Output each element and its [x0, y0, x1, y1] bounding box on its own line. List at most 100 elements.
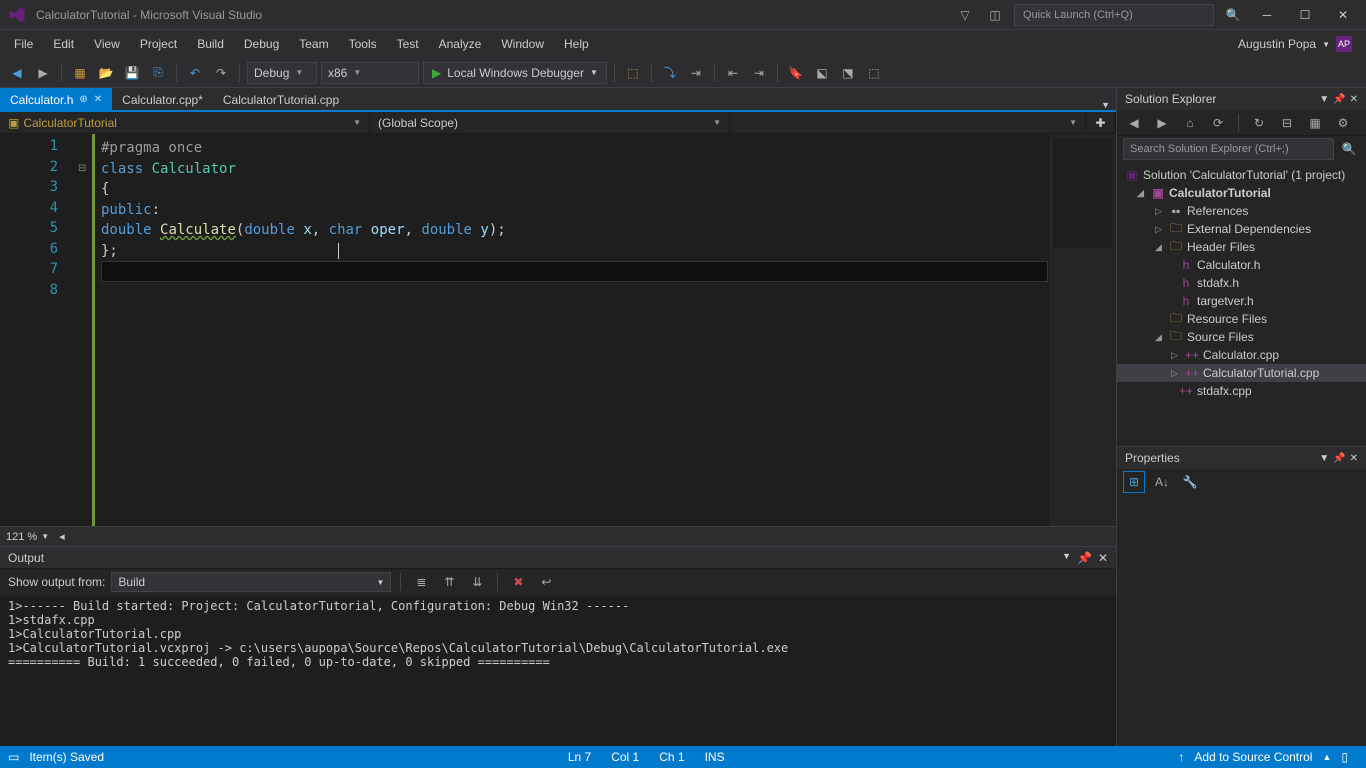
tree-file[interactable]: h stdafx.h	[1117, 274, 1366, 292]
alphabetical-view-button[interactable]: A↓	[1151, 471, 1173, 493]
next-bookmark-button[interactable]: ⬔	[837, 62, 859, 84]
tree-file[interactable]: ▷ ++ Calculator.cpp	[1117, 346, 1366, 364]
output-icon[interactable]: ≣	[410, 571, 432, 593]
tab-calculator-cpp[interactable]: Calculator.cpp*	[112, 88, 213, 110]
quick-launch-input[interactable]: Quick Launch (Ctrl+Q)	[1014, 4, 1214, 26]
se-show-all-icon[interactable]: ▦	[1304, 112, 1326, 134]
prev-bookmark-button[interactable]: ⬕	[811, 62, 833, 84]
member-scope-select[interactable]: ▼	[730, 112, 1086, 133]
source-control-caret-icon[interactable]: ▲	[1322, 752, 1331, 762]
zoom-level[interactable]: 121 %	[6, 531, 37, 543]
pin-icon[interactable]: 📌	[1077, 551, 1092, 565]
menu-help[interactable]: Help	[556, 33, 597, 55]
expand-icon[interactable]: ▷	[1171, 368, 1181, 379]
menu-file[interactable]: File	[6, 33, 41, 55]
se-refresh-icon[interactable]: ↻	[1248, 112, 1270, 134]
new-project-button[interactable]: ▦	[69, 62, 91, 84]
panel-dropdown-icon[interactable]: ▼	[1319, 94, 1329, 105]
code-minimap[interactable]	[1048, 134, 1116, 526]
panel-dropdown-icon[interactable]: ▼	[1062, 551, 1071, 565]
close-panel-icon[interactable]: ✕	[1098, 551, 1108, 565]
toolbar-icon[interactable]: ⬚	[622, 62, 644, 84]
pin-icon[interactable]: ⊕	[79, 94, 87, 105]
tree-file[interactable]: h Calculator.h	[1117, 256, 1366, 274]
close-button[interactable]: ✕	[1328, 4, 1358, 26]
menu-view[interactable]: View	[86, 33, 128, 55]
zoom-caret-icon[interactable]: ▼	[41, 532, 49, 541]
tab-calculator-h[interactable]: Calculator.h ⊕ ✕	[0, 88, 112, 110]
tree-resource-files[interactable]: 🗀 Resource Files	[1117, 310, 1366, 328]
se-forward-icon[interactable]: ▶	[1151, 112, 1173, 134]
fold-toggle-icon[interactable]: ⊟	[78, 159, 92, 180]
pin-icon[interactable]: 📌	[1333, 94, 1345, 105]
status-col[interactable]: Col 1	[601, 750, 649, 764]
solution-explorer-search[interactable]: Search Solution Explorer (Ctrl+;)	[1123, 138, 1334, 160]
menu-tools[interactable]: Tools	[341, 33, 385, 55]
output-text[interactable]: 1>------ Build started: Project: Calcula…	[0, 595, 1116, 746]
outdent-button[interactable]: ⇤	[722, 62, 744, 84]
menu-team[interactable]: Team	[291, 33, 336, 55]
output-source-select[interactable]: Build ▼	[111, 572, 391, 592]
open-file-button[interactable]: 📂	[95, 62, 117, 84]
tab-calculatortutorial-cpp[interactable]: CalculatorTutorial.cpp	[213, 88, 349, 110]
start-debug-button[interactable]: ▶ Local Windows Debugger ▼	[423, 62, 607, 84]
step-over-button[interactable]: ⤵	[659, 62, 681, 84]
expand-icon[interactable]: ▷	[1155, 206, 1165, 217]
tab-overflow-caret-icon[interactable]: ▼	[1101, 100, 1110, 110]
expand-icon[interactable]: ◢	[1137, 188, 1147, 199]
menu-build[interactable]: Build	[189, 33, 232, 55]
tree-file[interactable]: h targetver.h	[1117, 292, 1366, 310]
clear-output-button[interactable]: ✖	[507, 571, 529, 593]
se-properties-icon[interactable]: ⚙	[1332, 112, 1354, 134]
namespace-scope-select[interactable]: (Global Scope) ▼	[370, 112, 730, 133]
minimize-button[interactable]: ─	[1252, 4, 1282, 26]
search-icon[interactable]: 🔍	[1338, 138, 1360, 160]
se-home-icon[interactable]: ⌂	[1179, 112, 1201, 134]
tree-solution[interactable]: ▣ Solution 'CalculatorTutorial' (1 proje…	[1117, 166, 1366, 184]
code-area[interactable]: #pragma once class Calculator { public: …	[92, 134, 1048, 526]
expand-icon[interactable]: ◢	[1155, 242, 1165, 253]
save-all-button[interactable]: ⎘	[147, 62, 169, 84]
output-icon[interactable]: ⇊	[466, 571, 488, 593]
status-line[interactable]: Ln 7	[558, 750, 601, 764]
user-name[interactable]: Augustin Popa	[1238, 37, 1316, 51]
pin-icon[interactable]: 📌	[1333, 453, 1345, 464]
expand-icon[interactable]: ▷	[1171, 350, 1181, 361]
expand-icon[interactable]: ▷	[1155, 224, 1165, 235]
source-control-button[interactable]: Add to Source Control	[1184, 750, 1322, 764]
user-avatar[interactable]: AP	[1336, 36, 1352, 52]
undo-button[interactable]: ↶	[184, 62, 206, 84]
indent-button[interactable]: ⇥	[748, 62, 770, 84]
menu-test[interactable]: Test	[389, 33, 427, 55]
nav-forward-button[interactable]: ▶	[32, 62, 54, 84]
notifications-icon[interactable]: ▽	[954, 4, 976, 26]
tree-project[interactable]: ◢ ▣ CalculatorTutorial	[1117, 184, 1366, 202]
se-collapse-icon[interactable]: ⊟	[1276, 112, 1298, 134]
output-icon[interactable]: ⇈	[438, 571, 460, 593]
maximize-button[interactable]: ☐	[1290, 4, 1320, 26]
clear-bookmarks-button[interactable]: ⬚	[863, 62, 885, 84]
tree-references[interactable]: ▷ ▪▪ References	[1117, 202, 1366, 220]
close-panel-icon[interactable]: ✕	[1350, 94, 1358, 105]
code-editor[interactable]: 1 2 3 4 5 6 7 8 ⊟ #pragma once class Cal…	[0, 134, 1116, 526]
tree-source-files[interactable]: ◢ 🗀 Source Files	[1117, 328, 1366, 346]
split-editor-button[interactable]: ✚	[1086, 112, 1116, 133]
user-dropdown-caret-icon[interactable]: ▼	[1322, 40, 1330, 49]
redo-button[interactable]: ↷	[210, 62, 232, 84]
save-button[interactable]: 💾	[121, 62, 143, 84]
menu-debug[interactable]: Debug	[236, 33, 287, 55]
property-pages-button[interactable]: 🔧	[1179, 471, 1201, 493]
step-into-button[interactable]: ⇥	[685, 62, 707, 84]
status-ch[interactable]: Ch 1	[649, 750, 694, 764]
bookmark-button[interactable]: 🔖	[785, 62, 807, 84]
word-wrap-button[interactable]: ↩	[535, 571, 557, 593]
search-icon[interactable]: 🔍	[1222, 4, 1244, 26]
solution-platform-select[interactable]: x86 ▼	[321, 62, 419, 84]
expand-icon[interactable]: ◢	[1155, 332, 1165, 343]
tree-file[interactable]: ++ stdafx.cpp	[1117, 382, 1366, 400]
tree-header-files[interactable]: ◢ 🗀 Header Files	[1117, 238, 1366, 256]
solution-config-select[interactable]: Debug ▼	[247, 62, 317, 84]
tree-file-selected[interactable]: ▷ ++ CalculatorTutorial.cpp	[1117, 364, 1366, 382]
feedback-icon[interactable]: ◫	[984, 4, 1006, 26]
menu-analyze[interactable]: Analyze	[431, 33, 490, 55]
